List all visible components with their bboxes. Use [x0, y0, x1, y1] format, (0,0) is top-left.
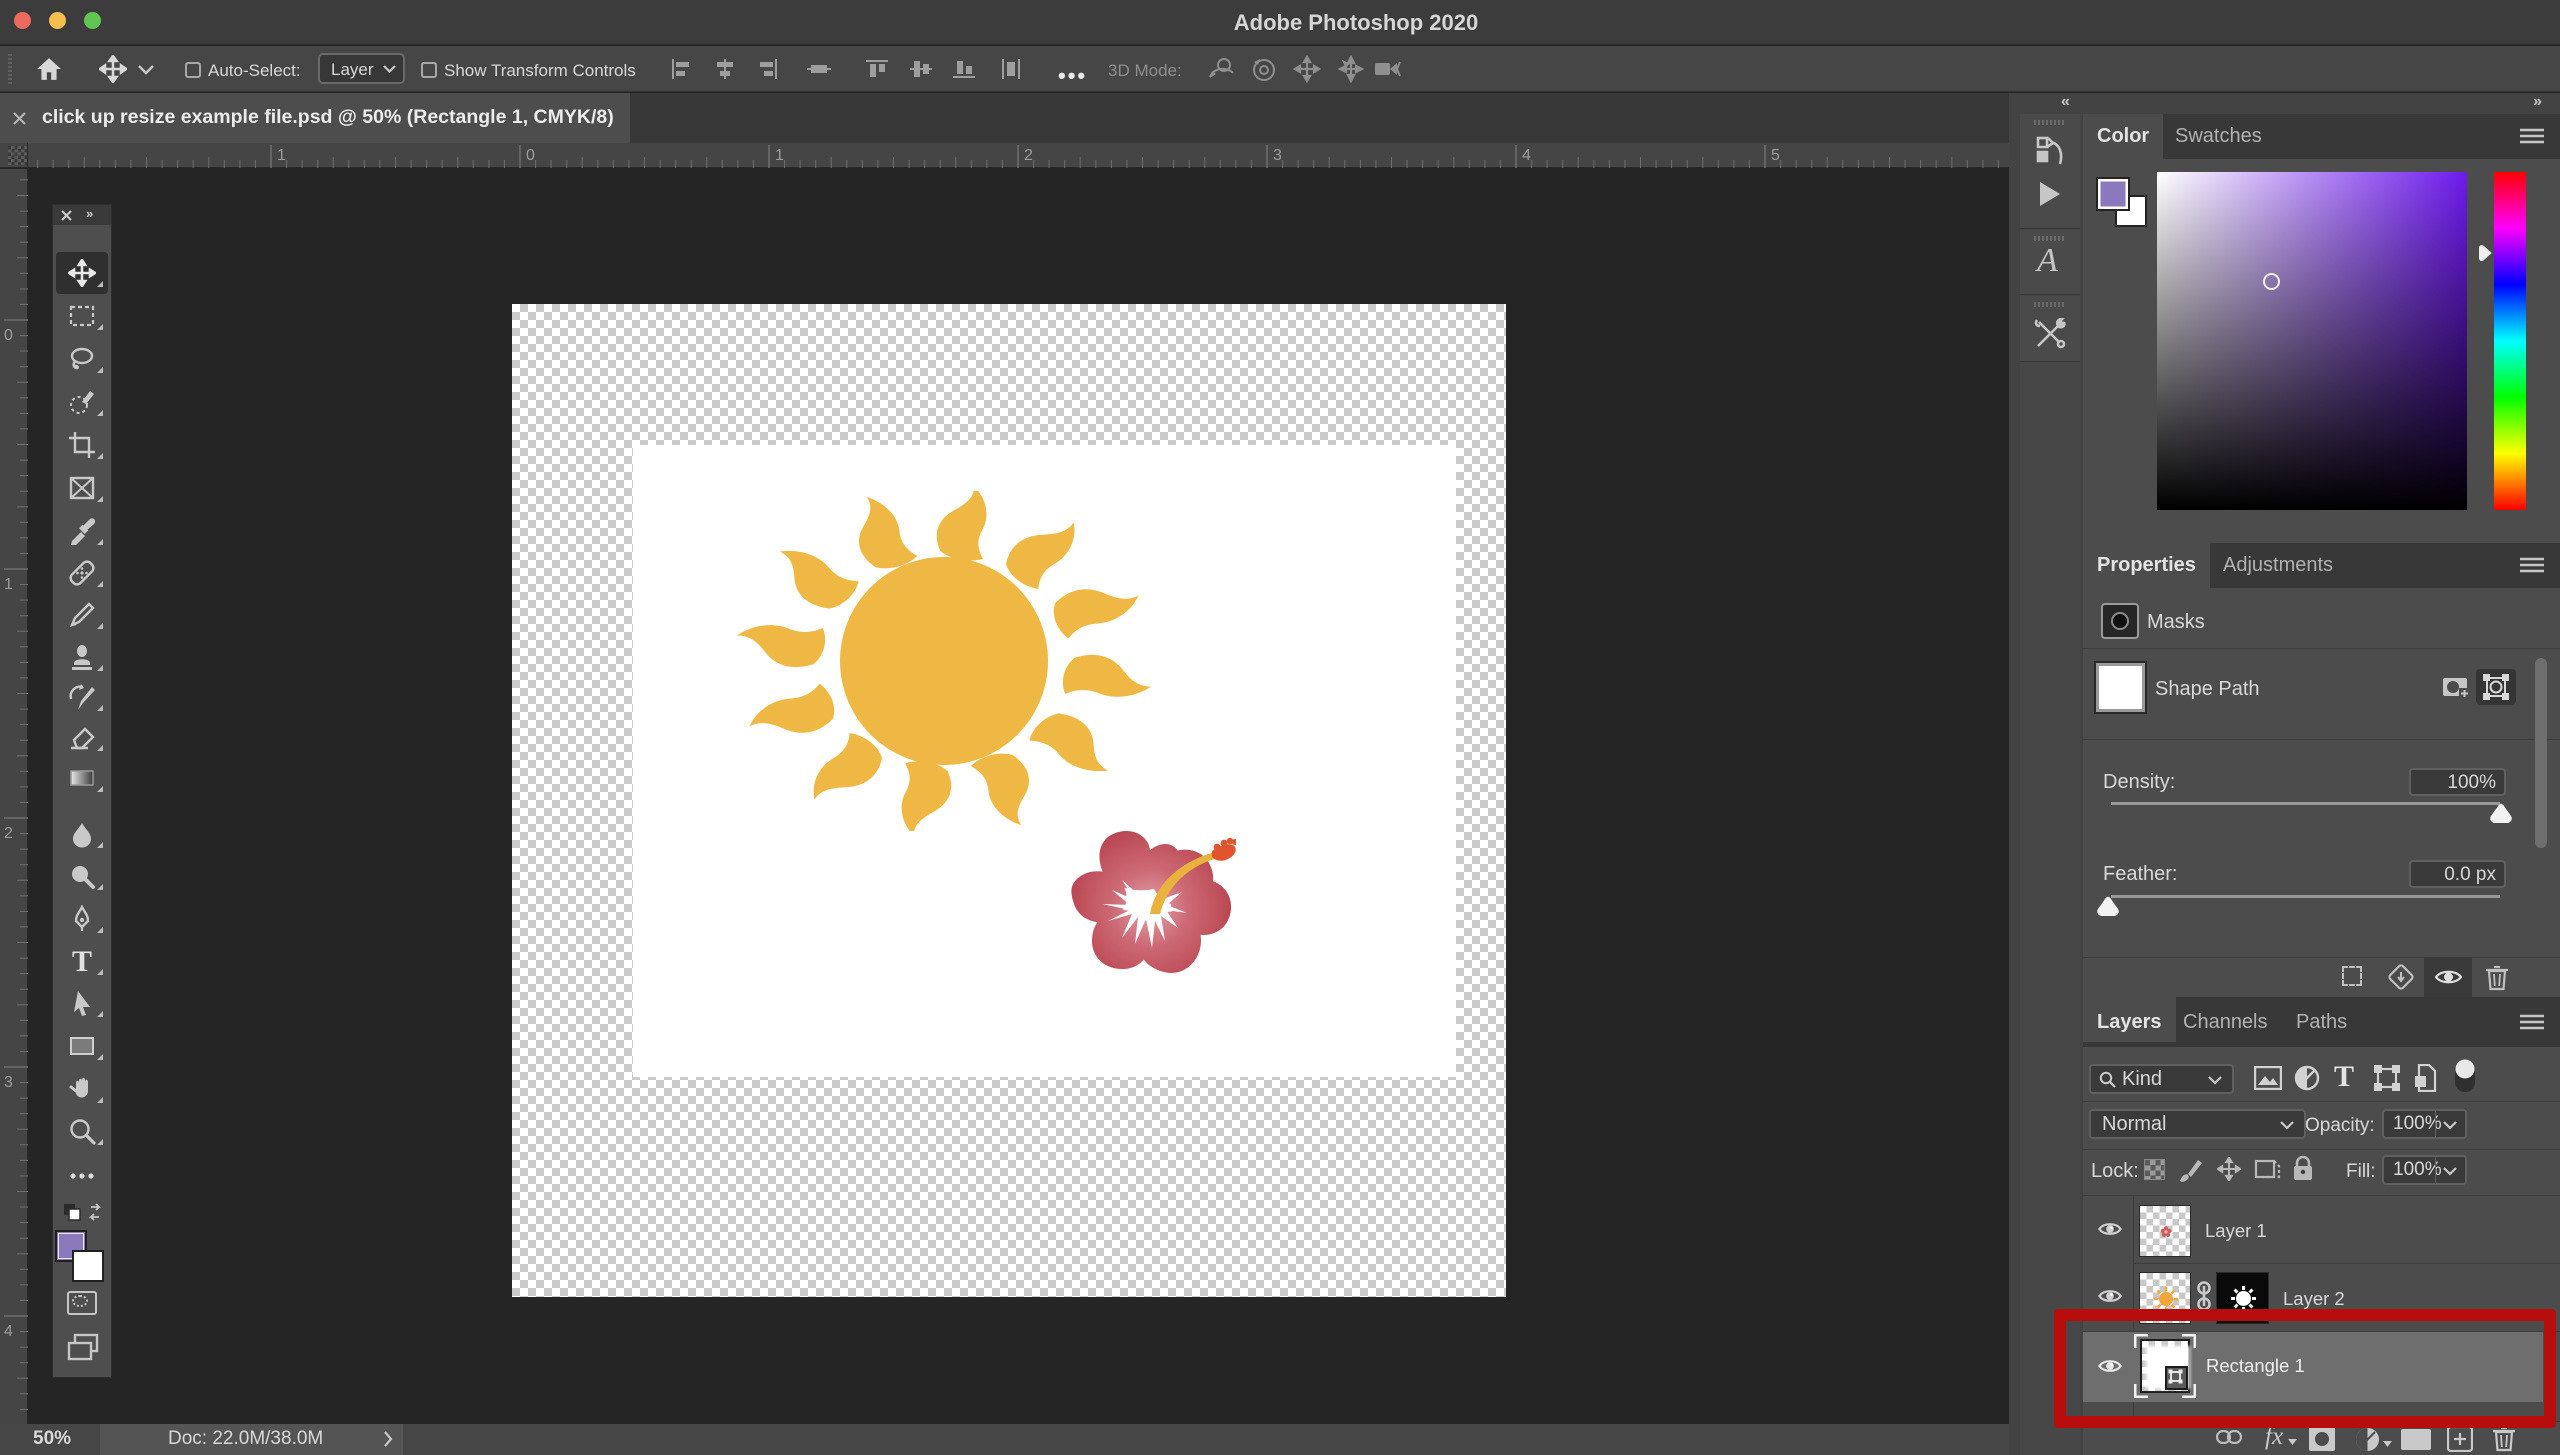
svg-text:3: 3 [1273, 147, 1282, 164]
svg-text:5: 5 [1771, 147, 1780, 164]
svg-text:4: 4 [4, 1323, 13, 1340]
svg-text:0: 0 [526, 147, 535, 164]
svg-text:T: T [72, 947, 92, 975]
svg-text:2: 2 [4, 825, 13, 842]
svg-text:3: 3 [4, 1074, 13, 1091]
svg-text:2: 2 [1024, 147, 1033, 164]
svg-text:4: 4 [1522, 147, 1531, 164]
svg-text:1: 1 [277, 147, 286, 164]
svg-text:1: 1 [775, 147, 784, 164]
svg-text:1: 1 [4, 576, 13, 593]
svg-text:0: 0 [4, 327, 13, 344]
